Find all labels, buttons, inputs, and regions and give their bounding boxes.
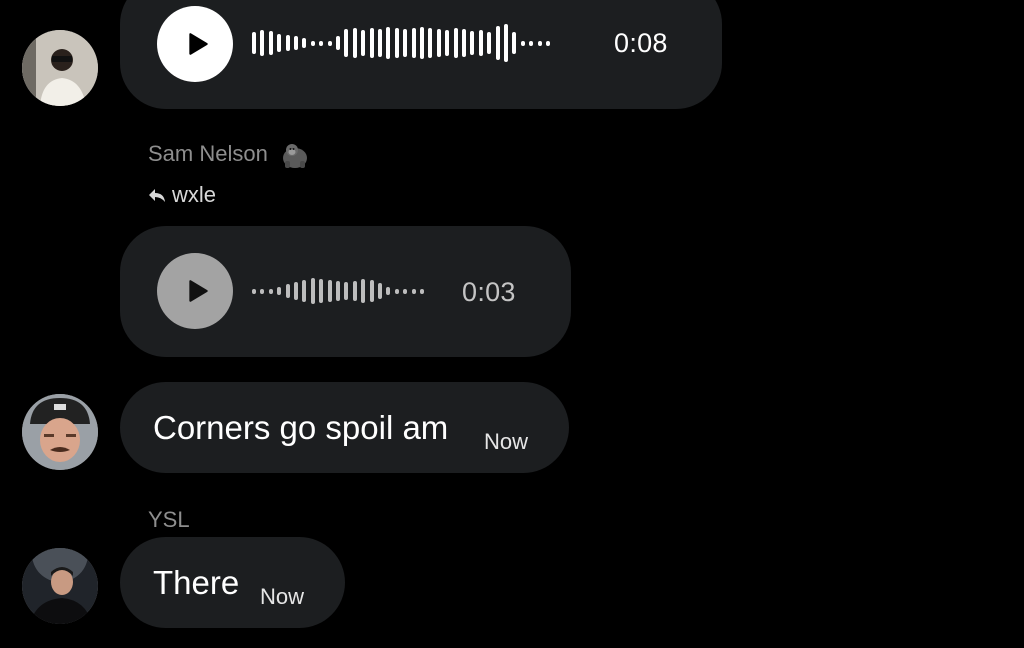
waveform-bar	[411, 288, 416, 294]
waveform-bar	[352, 281, 357, 301]
reply-arrow-icon	[149, 189, 165, 202]
waveform-bar	[436, 29, 441, 57]
waveform-bar	[520, 40, 525, 46]
waveform-bar	[546, 40, 550, 46]
sender-name: YSL	[148, 507, 190, 532]
waveform-bar	[277, 287, 282, 295]
waveform-bar	[403, 29, 408, 57]
text-message-bubble[interactable]: There Now	[120, 537, 345, 628]
sender-name-text: Sam Nelson	[148, 141, 268, 166]
voice-message-bubble[interactable]: 0:03	[120, 226, 571, 357]
waveform-bar	[361, 279, 366, 303]
waveform-bar	[378, 283, 382, 299]
waveform-bar	[268, 288, 273, 294]
waveform-bar	[428, 28, 433, 58]
waveform-bar	[285, 35, 290, 51]
waveform-bar	[462, 29, 466, 57]
waveform-bar	[336, 281, 340, 301]
waveform-bar	[361, 30, 366, 56]
sender-name: Sam Nelson	[148, 141, 310, 169]
waveform-bar	[302, 38, 307, 48]
waveform-bar	[512, 32, 517, 54]
waveform-bar	[277, 34, 282, 52]
avatar[interactable]	[22, 394, 98, 470]
text-message-bubble[interactable]: Corners go spoil am Now	[120, 382, 569, 473]
waveform-bar	[403, 288, 408, 294]
waveform-bar	[453, 28, 458, 58]
waveform-bar	[386, 27, 391, 59]
waveform-bar	[336, 36, 340, 50]
waveform[interactable]	[252, 21, 584, 65]
waveform-bar	[529, 40, 534, 46]
waveform-bar	[369, 28, 374, 58]
waveform-bar	[327, 40, 332, 46]
waveform-bar	[470, 31, 475, 55]
waveform-bar	[378, 29, 382, 57]
waveform-bar	[420, 27, 424, 59]
waveform-bar	[344, 282, 349, 300]
waveform-bar	[386, 287, 391, 295]
play-icon	[188, 280, 208, 302]
waveform-bar	[504, 24, 508, 62]
message-text: Corners go spoil am	[153, 409, 449, 446]
voice-duration: 0:08	[614, 28, 668, 58]
waveform-bar	[411, 28, 416, 58]
play-icon	[188, 33, 208, 55]
waveform-bar	[294, 36, 298, 50]
waveform-bar	[302, 280, 307, 302]
waveform-bar	[260, 288, 265, 294]
waveform-bar	[495, 26, 500, 60]
waveform-bar	[319, 279, 324, 303]
message-time: Now	[260, 584, 305, 609]
message-text: There	[153, 564, 240, 601]
message-time: Now	[484, 429, 529, 454]
waveform-bar	[445, 30, 450, 56]
waveform-bar	[420, 288, 424, 294]
avatar[interactable]	[22, 30, 98, 106]
avatar[interactable]	[22, 548, 98, 624]
play-button[interactable]	[157, 6, 233, 82]
waveform-bar	[327, 280, 332, 302]
waveform-bar	[268, 31, 273, 55]
waveform-bar	[285, 284, 290, 298]
waveform-bar	[478, 30, 483, 56]
waveform-bar	[344, 29, 349, 57]
waveform-bar	[394, 28, 399, 58]
gorilla-emoji-icon	[282, 144, 307, 169]
waveform-bar	[260, 30, 265, 56]
voice-message-bubble[interactable]: 0:08	[120, 0, 722, 109]
waveform-bar	[394, 288, 399, 294]
reply-context[interactable]: wxle	[148, 182, 216, 208]
waveform-bar	[310, 40, 315, 46]
waveform-bar	[319, 40, 324, 46]
waveform-bar	[252, 32, 256, 54]
reply-to-text: wxle	[172, 182, 217, 207]
waveform-bar	[294, 282, 298, 300]
waveform-bar	[487, 32, 492, 54]
waveform-bar	[352, 28, 357, 58]
waveform-bar	[310, 278, 315, 304]
waveform-bar	[369, 280, 374, 302]
waveform[interactable]	[252, 269, 432, 313]
voice-duration: 0:03	[462, 277, 516, 307]
waveform-bar	[537, 40, 542, 46]
play-button[interactable]	[157, 253, 233, 329]
waveform-bar	[252, 288, 256, 294]
